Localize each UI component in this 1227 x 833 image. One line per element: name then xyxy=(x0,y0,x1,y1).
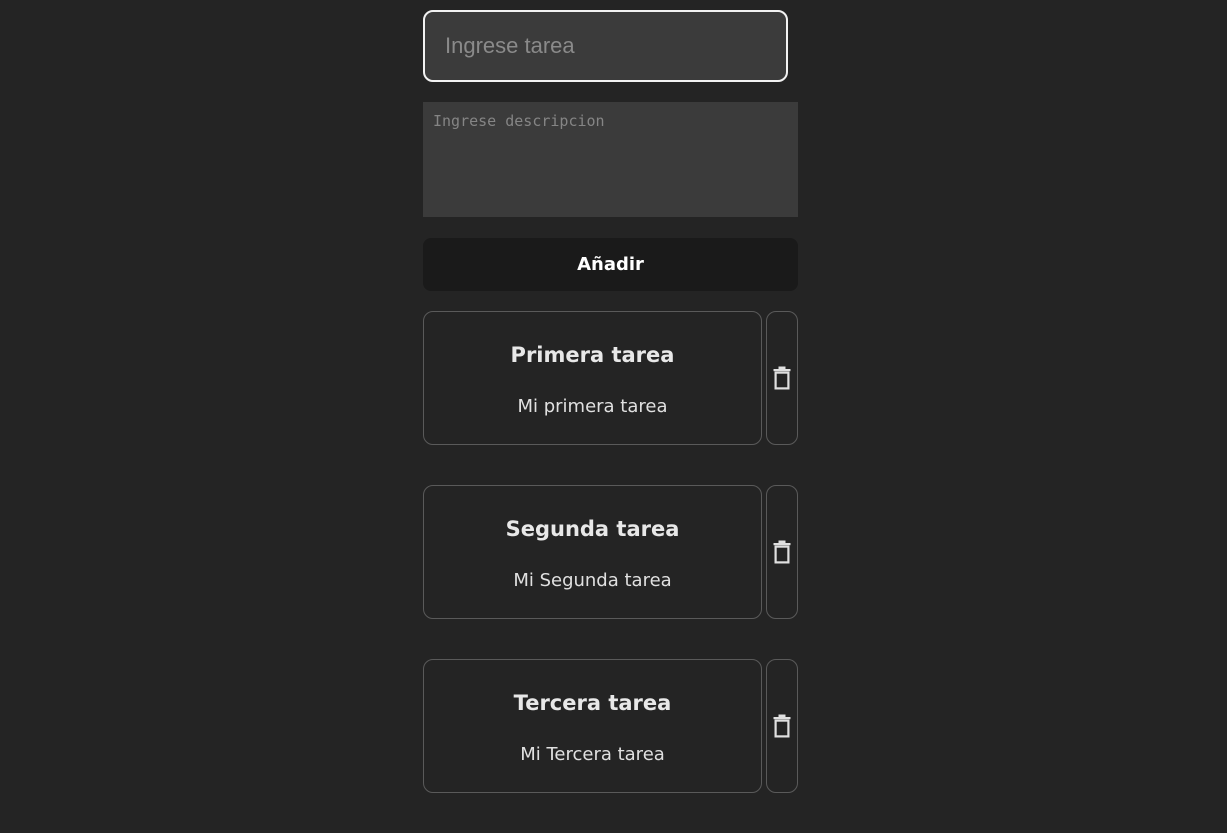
delete-task-button[interactable] xyxy=(766,659,798,793)
task-title: Primera tarea xyxy=(510,343,675,367)
task-title-input[interactable] xyxy=(423,10,788,82)
task-item: Primera tarea Mi primera tarea xyxy=(423,311,798,445)
task-item: Segunda tarea Mi Segunda tarea xyxy=(423,485,798,619)
todo-app: Añadir Primera tarea Mi primera tarea Se… xyxy=(423,10,798,833)
task-description: Mi Tercera tarea xyxy=(520,744,665,765)
add-task-button[interactable]: Añadir xyxy=(423,238,798,291)
task-list: Primera tarea Mi primera tarea Segunda t… xyxy=(423,311,798,793)
delete-task-button[interactable] xyxy=(766,311,798,445)
task-title: Segunda tarea xyxy=(505,517,680,541)
task-card: Tercera tarea Mi Tercera tarea xyxy=(423,659,762,793)
task-card: Segunda tarea Mi Segunda tarea xyxy=(423,485,762,619)
task-card: Primera tarea Mi primera tarea xyxy=(423,311,762,445)
trash-icon xyxy=(773,714,791,738)
task-item: Tercera tarea Mi Tercera tarea xyxy=(423,659,798,793)
task-title: Tercera tarea xyxy=(513,691,672,715)
task-description-input[interactable] xyxy=(423,102,798,217)
trash-icon xyxy=(773,366,791,390)
trash-icon xyxy=(773,540,791,564)
delete-task-button[interactable] xyxy=(766,485,798,619)
task-description: Mi Segunda tarea xyxy=(513,570,672,591)
task-description: Mi primera tarea xyxy=(517,396,668,417)
